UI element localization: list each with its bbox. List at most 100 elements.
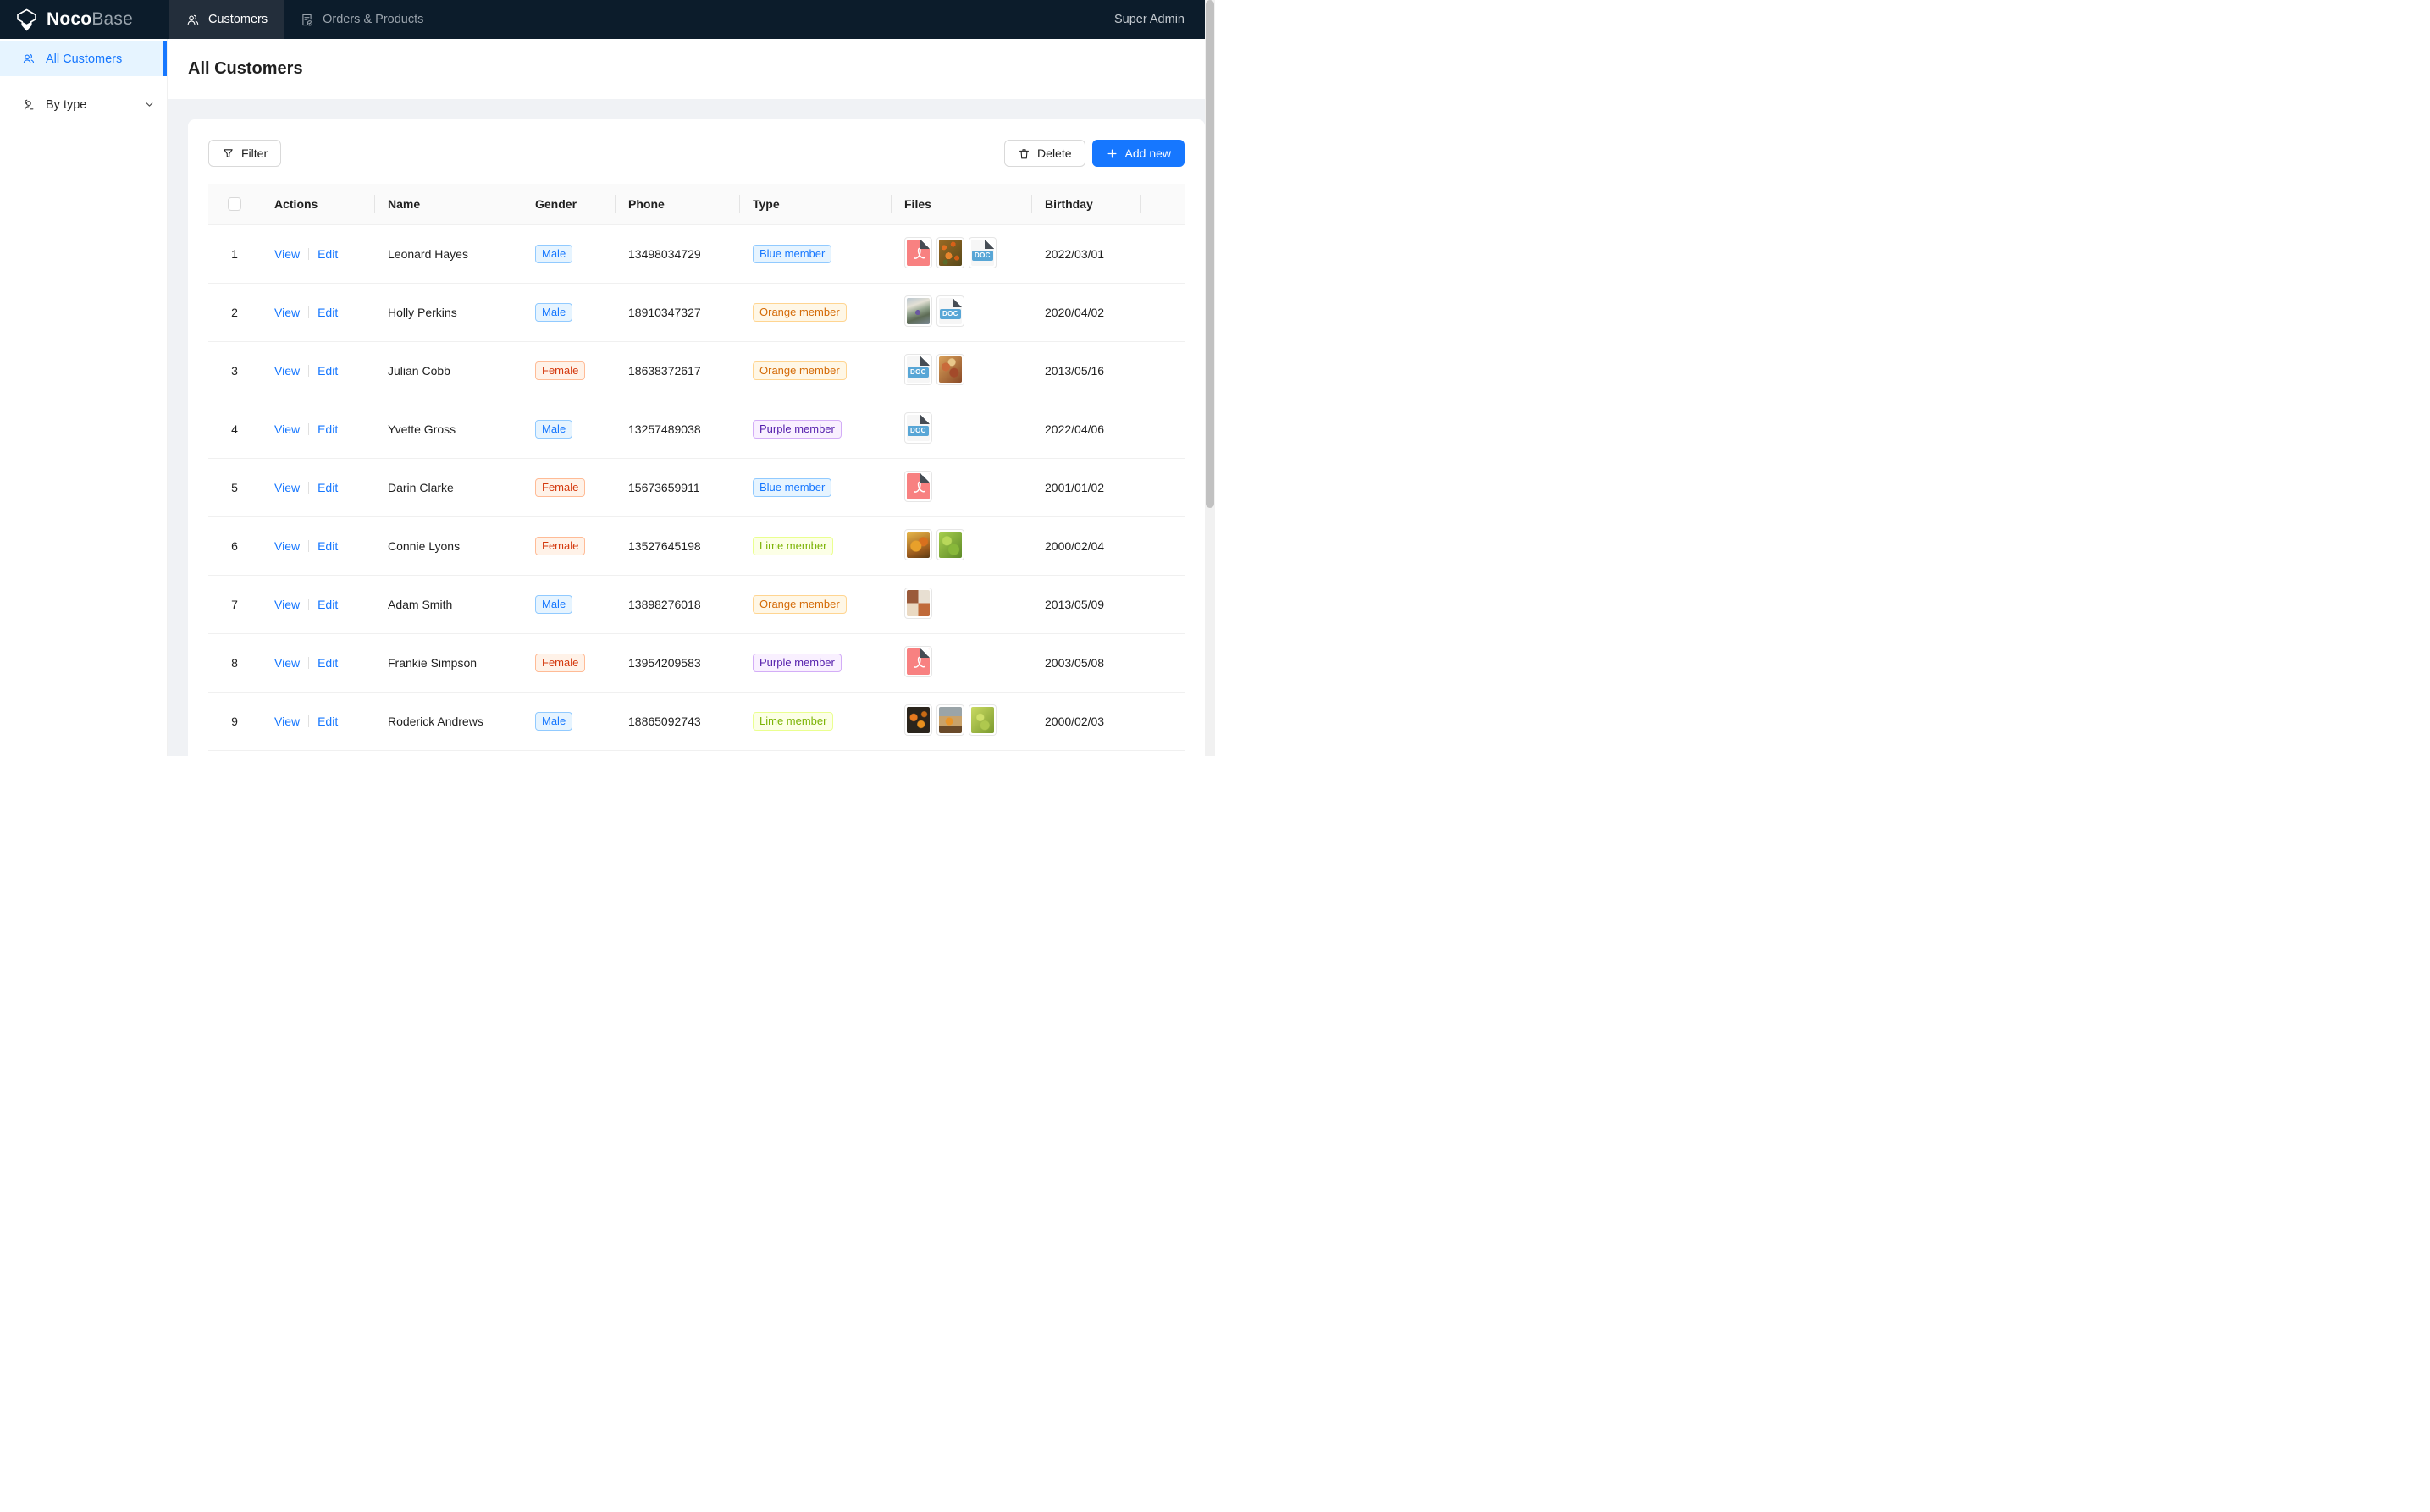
edit-link[interactable]: Edit (318, 364, 338, 378)
view-link[interactable]: View (274, 598, 300, 611)
column-header-actions: Actions (261, 184, 374, 224)
phone-number: 13898276018 (615, 575, 739, 633)
row-index-cell: 9 (208, 692, 261, 750)
file-image-thumbnail[interactable] (904, 588, 932, 619)
thumbnail-image (907, 707, 930, 733)
file-pdf-icon[interactable] (904, 646, 932, 677)
table-header-row: Actions Name Gender Phone Type Files Bir… (208, 184, 1185, 224)
file-pdf-icon[interactable] (904, 471, 932, 502)
files-cell (891, 575, 1031, 633)
file-image-thumbnail[interactable] (969, 704, 997, 736)
page-title: All Customers (188, 59, 303, 79)
row-actions-cell: View Edit (261, 283, 374, 341)
type-tag: Lime member (753, 712, 833, 731)
logo-text: NocoBase (47, 9, 133, 30)
row-actions-cell: View Edit (261, 633, 374, 692)
file-doc-icon[interactable]: DOC (936, 295, 964, 327)
action-divider (308, 248, 309, 260)
file-image-thumbnail[interactable] (904, 704, 932, 736)
edit-link[interactable]: Edit (318, 247, 338, 261)
nocobase-cube-icon (15, 8, 38, 31)
top-navigation: NocoBase Customers Orders & Products Sup… (0, 0, 1215, 39)
action-divider (308, 715, 309, 727)
file-image-thumbnail[interactable] (904, 295, 932, 327)
user-menu[interactable]: Super Admin (1114, 0, 1185, 39)
plus-icon (1106, 147, 1118, 160)
file-pdf-icon[interactable] (904, 237, 932, 268)
type-tag: Blue member (753, 245, 831, 263)
edit-link[interactable]: Edit (318, 306, 338, 319)
scrollbar-thumb[interactable] (1206, 0, 1214, 508)
file-list (904, 471, 932, 502)
file-image-thumbnail[interactable] (904, 529, 932, 560)
sidebar-item-all-customers[interactable]: All Customers (0, 41, 167, 76)
file-image-thumbnail[interactable] (936, 354, 964, 385)
view-link[interactable]: View (274, 715, 300, 728)
delete-button[interactable]: Delete (1004, 140, 1085, 167)
file-list (904, 704, 997, 736)
filter-button[interactable]: Filter (208, 140, 281, 167)
phone-number: 18638372617 (615, 341, 739, 400)
file-list: DOC (904, 295, 964, 327)
view-link[interactable]: View (274, 306, 300, 319)
row-index-cell: 1 (208, 224, 261, 283)
edit-link[interactable]: Edit (318, 656, 338, 670)
birthday-date: 2022/03/01 (1031, 224, 1140, 283)
sidebar-item-by-type[interactable]: By type (0, 87, 167, 122)
edit-link[interactable]: Edit (318, 598, 338, 611)
gender-tag: Female (535, 361, 585, 380)
nav-tab-orders-products[interactable]: Orders & Products (284, 0, 439, 39)
files-cell (891, 692, 1031, 750)
view-link[interactable]: View (274, 481, 300, 494)
file-image-thumbnail[interactable] (936, 529, 964, 560)
gender-tag: Male (535, 303, 572, 322)
type-cell: Orange member (739, 283, 891, 341)
row-actions-cell: View Edit (261, 224, 374, 283)
table-row: 4ViewEditYvette GrossMale13257489038Purp… (208, 400, 1185, 458)
edit-link[interactable]: Edit (318, 481, 338, 494)
file-doc-icon[interactable]: DOC (904, 354, 932, 385)
column-header-name: Name (374, 184, 522, 224)
customers-table: Actions Name Gender Phone Type Files Bir… (208, 184, 1185, 751)
action-divider (308, 482, 309, 494)
file-doc-icon[interactable]: DOC (904, 412, 932, 444)
row-index-cell: 7 (208, 575, 261, 633)
view-link[interactable]: View (274, 656, 300, 670)
row-index-cell: 4 (208, 400, 261, 458)
gender-tag: Male (535, 420, 572, 439)
view-link[interactable]: View (274, 247, 300, 261)
edit-link[interactable]: Edit (318, 715, 338, 728)
view-link[interactable]: View (274, 364, 300, 378)
view-link[interactable]: View (274, 539, 300, 553)
add-new-button[interactable]: Add new (1092, 140, 1185, 167)
view-link[interactable]: View (274, 422, 300, 436)
column-header-gender: Gender (522, 184, 615, 224)
action-divider (308, 540, 309, 552)
nav-tab-customers[interactable]: Customers (169, 0, 284, 39)
file-image-thumbnail[interactable] (936, 237, 964, 268)
action-divider (308, 306, 309, 318)
edit-link[interactable]: Edit (318, 422, 338, 436)
type-tag: Purple member (753, 654, 842, 672)
file-image-thumbnail[interactable] (936, 704, 964, 736)
select-all-checkbox[interactable] (228, 197, 241, 211)
sidebar: All Customers By type (0, 39, 168, 756)
files-cell: DOC (891, 341, 1031, 400)
gender-cell: Male (522, 283, 615, 341)
birthday-date: 2013/05/09 (1031, 575, 1140, 633)
customer-name: Holly Perkins (374, 283, 522, 341)
column-header-empty (1140, 184, 1185, 224)
file-list: DOC (904, 237, 997, 268)
file-list (904, 646, 932, 677)
phone-number: 13527645198 (615, 516, 739, 575)
file-doc-icon[interactable]: DOC (969, 237, 997, 268)
row-actions-cell: View Edit (261, 692, 374, 750)
birthday-date: 2000/02/03 (1031, 692, 1140, 750)
type-tag: Blue member (753, 478, 831, 497)
edit-link[interactable]: Edit (318, 539, 338, 553)
table-row: 5ViewEditDarin ClarkeFemale15673659911Bl… (208, 458, 1185, 516)
type-cell: Lime member (739, 516, 891, 575)
thumbnail-image (907, 298, 930, 324)
gender-cell: Female (522, 633, 615, 692)
row-actions-cell: View Edit (261, 458, 374, 516)
